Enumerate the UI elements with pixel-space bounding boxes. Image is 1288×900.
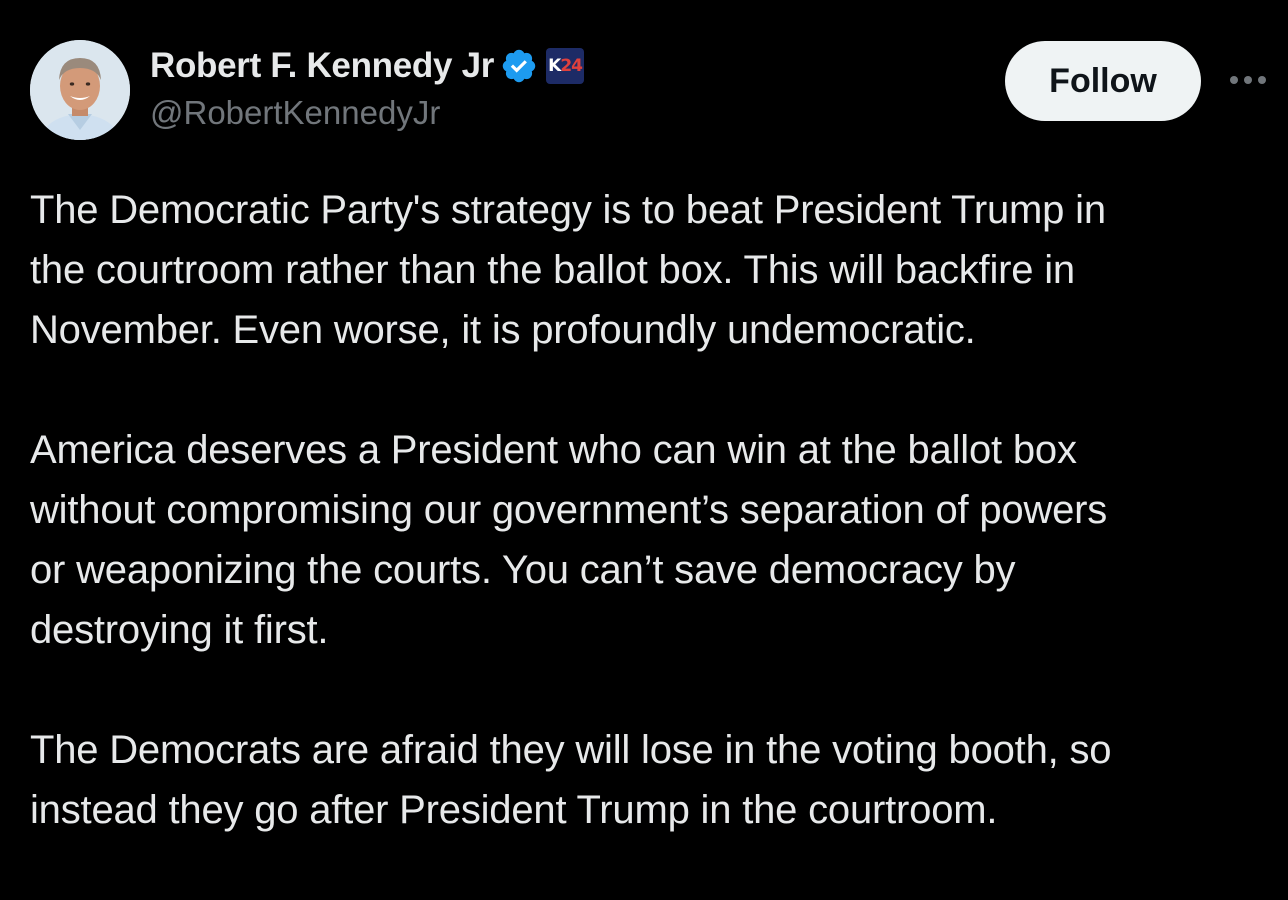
post-line: without compromising our government’s se… [30,488,1108,532]
name-row: Robert F. Kennedy Jr K 24 [150,42,585,90]
post-line: The Democrats are afraid they will lose … [30,728,1112,772]
avatar[interactable] [30,40,130,140]
author-identity: Robert F. Kennedy Jr K 24 @RobertKennedyJ… [150,42,585,132]
post-line: destroying it first. [30,608,329,652]
post-line: The Democratic Party's strategy is to be… [30,188,1106,232]
post-line: November. Even worse, it is profoundly u… [30,308,976,352]
more-icon [1230,76,1266,84]
author-handle[interactable]: @RobertKennedyJr [150,94,584,132]
avatar-photo [30,40,130,140]
post-paragraph: America deserves a President who can win… [30,420,1265,660]
affiliate-badge-icon[interactable]: K 24 [546,48,585,84]
affiliate-badge-k: K [548,55,561,76]
post-paragraph: The Democrats are afraid they will lose … [30,720,1265,840]
affiliate-badge-number: 24 [560,55,583,76]
post-text: The Democratic Party's strategy is to be… [30,180,1265,900]
post-line: the courtroom rather than the ballot box… [30,248,1075,292]
follow-button[interactable]: Follow [1005,41,1201,121]
post-line: or weaponizing the courts. You can’t sav… [30,548,1016,592]
display-name[interactable]: Robert F. Kennedy Jr [150,46,494,86]
verified-badge-icon[interactable] [500,47,538,85]
post-paragraph: The Democratic Party's strategy is to be… [30,180,1265,360]
more-options-button[interactable] [1226,60,1270,100]
post-line: instead they go after President Trump in… [30,788,998,832]
post-header: Robert F. Kennedy Jr K 24 @RobertKennedyJ… [30,40,1270,144]
post-line: America deserves a President who can win… [30,428,1077,472]
post-card: Robert F. Kennedy Jr K 24 @RobertKennedyJ… [0,0,1288,884]
